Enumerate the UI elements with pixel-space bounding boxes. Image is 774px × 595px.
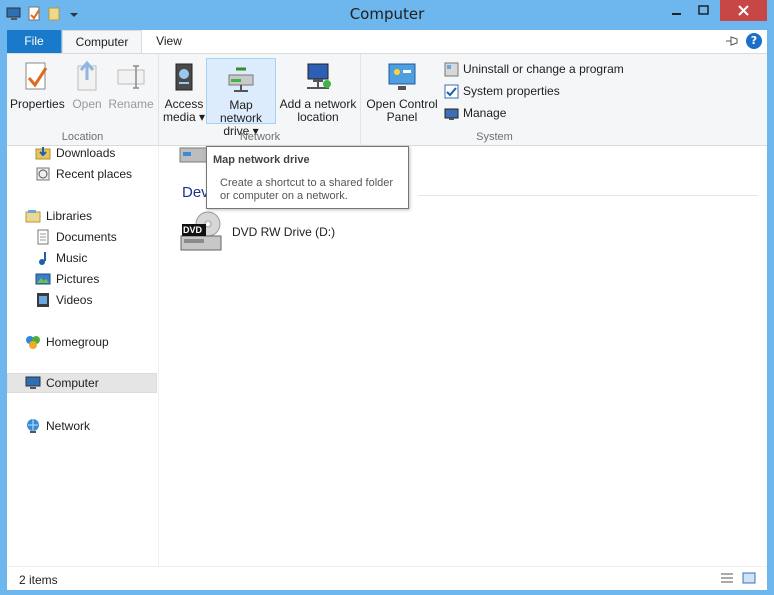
tab-view[interactable]: View [143,30,195,53]
dvd-drive-item[interactable]: DVD DVD RW Drive (D:) [178,210,335,254]
open-label: Open [72,97,102,111]
system-properties-button[interactable]: System properties [444,82,560,100]
network-icon [25,418,41,434]
manage-icon [444,106,459,121]
rename-icon [114,60,148,94]
add-network-location-button[interactable]: Add a network location [278,58,358,124]
details-view-icon[interactable] [720,572,734,584]
music-icon [35,250,51,266]
pictures-icon [35,271,51,287]
nav-item-network[interactable]: Network [7,416,157,436]
nav-item-downloads[interactable]: Downloads [7,143,157,163]
window-title: Computer [349,5,425,23]
nav-item-libraries[interactable]: Libraries [7,206,157,226]
help-icon[interactable]: ? [746,33,762,49]
explorer-window: Computer File Computer View ? Properties… [0,0,774,595]
nav-item-documents[interactable]: Documents [7,227,157,247]
documents-icon [35,229,51,245]
network-drive-icon [224,61,258,95]
tooltip-description: Create a shortcut to a shared folder or … [220,177,394,202]
tab-file[interactable]: File [7,30,61,53]
tooltip-title: Map network drive [213,154,310,166]
libraries-icon [25,208,41,224]
nav-item-homegroup[interactable]: Homegroup [7,332,157,352]
manage-button[interactable]: Manage [444,104,506,122]
pin-icon[interactable] [725,34,741,48]
computer-icon [25,375,41,391]
system-properties-icon [444,84,459,99]
minimize-button[interactable] [663,0,690,21]
dvd-drive-label: DVD RW Drive (D:) [232,225,336,239]
group-label-network: Network [239,131,281,143]
navigation-pane: Downloads Recent places Libraries Docume… [7,146,159,566]
properties-label: Properties [10,97,65,111]
access-media-icon [167,60,201,94]
programs-icon [444,62,459,77]
recent-places-icon [35,166,51,182]
section-divider [418,195,758,196]
large-icons-view-icon[interactable] [742,572,756,584]
downloads-folder-icon [35,145,51,161]
group-label-system: System [476,131,513,143]
group-label-location: Location [61,131,104,143]
ribbon-group-system: Open Control Panel Uninstall or change a… [362,54,767,146]
properties-icon [19,60,53,94]
properties-button[interactable]: Properties [10,58,65,111]
map-network-drive-tooltip: Map network drive Create a shortcut to a… [206,146,409,209]
section-header-devices[interactable]: Dev [182,184,209,201]
ribbon-group-network: Access media ▾ Map network drive ▾ Add a… [160,54,361,146]
control-panel-icon [385,60,419,94]
nav-item-recent-places[interactable]: Recent places [7,164,157,184]
dvd-badge: DVD [183,225,203,235]
nav-item-videos[interactable]: Videos [7,290,157,310]
tab-computer[interactable]: Computer [62,30,142,53]
status-bar: 2 items [7,566,767,590]
item-count: 2 items [19,573,58,587]
maximize-button[interactable] [690,0,717,21]
ribbon: Properties Open Rename Location Access m… [7,53,767,146]
network-location-icon [301,60,335,94]
nav-item-pictures[interactable]: Pictures [7,269,157,289]
nav-item-music[interactable]: Music [7,248,157,268]
open-control-panel-button[interactable]: Open Control Panel [366,58,438,124]
homegroup-icon [25,334,41,350]
access-media-button[interactable]: Access media ▾ [162,58,206,124]
ribbon-tabs: File Computer View ? [7,30,767,53]
open-button[interactable]: Open [67,58,107,111]
open-icon [70,60,104,94]
dvd-drive-icon: DVD [178,210,224,254]
content-area: Downloads Recent places Libraries Docume… [7,146,767,566]
nav-item-computer[interactable]: Computer [7,373,157,393]
rename-button[interactable]: Rename [107,58,155,111]
uninstall-program-button[interactable]: Uninstall or change a program [444,60,624,78]
map-network-drive-button[interactable]: Map network drive ▾ [206,58,276,138]
main-pane: Dev DVD DVD RW Drive (D:) [160,146,767,566]
videos-icon [35,292,51,308]
close-button[interactable] [720,0,767,21]
ribbon-group-location: Properties Open Rename Location [7,54,159,146]
title-bar: Computer [0,0,774,30]
rename-label: Rename [108,97,154,111]
